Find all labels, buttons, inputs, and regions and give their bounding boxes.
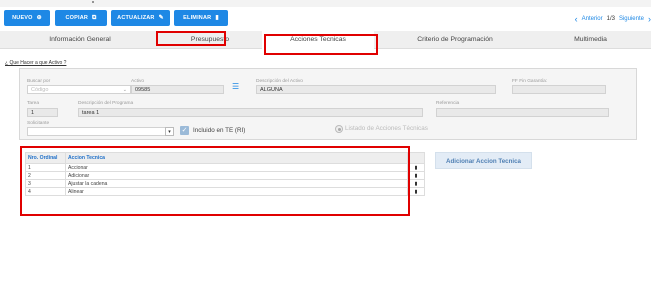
top-strip [0, 0, 651, 7]
buscar-por-placeholder: Código [31, 87, 49, 93]
solicitante-field[interactable] [27, 127, 170, 136]
filter-icon[interactable]: ☰ [232, 82, 239, 91]
activo-field[interactable]: 09585 [131, 85, 224, 94]
highlight-acciones-tecnicas [264, 34, 378, 55]
descripcion-programa-field[interactable]: tarea 1 [78, 108, 423, 117]
toolbar: NUEVO ⊕ COPIAR ⧉ ACTUALIZAR ✎ ELIMINAR ▮… [0, 8, 651, 30]
activo-label: Activo [131, 79, 145, 84]
activo-form-panel: Buscar por Código ⌄ Activo 09585 ☰ Descr… [19, 68, 637, 140]
highlight-presupuesto [156, 31, 226, 46]
tarea-label: Tarea [27, 101, 39, 106]
solicitante-dropdown-icon[interactable]: ▾ [165, 127, 174, 136]
record-navigation: ‹ Anterior 1/3 Siguiente › [575, 12, 651, 26]
plus-circle-icon: ⊕ [36, 15, 42, 21]
tarea-field[interactable]: 1 [27, 108, 58, 117]
adicionar-accion-tecnica-button[interactable]: Adicionar Accion Tecnica [435, 152, 532, 169]
copy-icon: ⧉ [92, 15, 97, 21]
chevron-left-icon[interactable]: ‹ [575, 12, 578, 26]
descripcion-programa-label: Descripción del Programa [78, 101, 134, 106]
nuevo-button[interactable]: NUEVO ⊕ [4, 10, 50, 26]
referencia-label: Referencia [436, 101, 460, 106]
tab-multimedia[interactable]: Multimedia [530, 31, 651, 48]
trash-icon[interactable]: ▮ [407, 163, 425, 172]
highlight-table [20, 146, 410, 216]
top-dot [92, 1, 94, 3]
listado-radio[interactable] [335, 125, 343, 133]
listado-label: Listado de Acciones Técnicas [345, 125, 428, 132]
ff-fin-garantia-label: FF Fin Garantía: [512, 79, 548, 84]
trash-icon[interactable]: ▮ [407, 179, 425, 188]
eliminar-button[interactable]: ELIMINAR ▮ [174, 10, 228, 26]
ff-fin-garantia-field[interactable] [512, 85, 606, 94]
col-actions [407, 152, 425, 164]
solicitante-label: Solicitante [27, 121, 50, 126]
trash-icon[interactable]: ▮ [407, 187, 425, 196]
eliminar-label: ELIMINAR [183, 15, 212, 21]
buscar-por-label: Buscar por [27, 79, 51, 84]
copiar-label: COPIAR [65, 15, 89, 21]
incluido-checkbox[interactable]: ✓ [180, 126, 189, 135]
prev-link[interactable]: Anterior [582, 12, 603, 26]
trash-icon[interactable]: ▮ [407, 171, 425, 180]
copiar-button[interactable]: COPIAR ⧉ [55, 10, 107, 26]
page-indicator: 1/3 [606, 16, 615, 22]
nuevo-label: NUEVO [12, 15, 33, 21]
pencil-icon: ✎ [158, 15, 164, 21]
trash-icon: ▮ [215, 15, 219, 21]
referencia-field[interactable] [436, 108, 609, 117]
chevron-down-icon: ⌄ [122, 87, 127, 93]
descripcion-activo-field[interactable]: ALGUNA [256, 85, 496, 94]
buscar-por-select[interactable]: Código ⌄ [27, 85, 131, 94]
descripcion-activo-label: Descripción del Activo [256, 79, 303, 84]
tab-criterio-programacion[interactable]: Criterio de Programación [380, 31, 530, 48]
incluido-label: Incluido en TE (RI) [193, 127, 246, 134]
section-title: ¿ Que Hacer a que Activo ? [5, 60, 67, 66]
actualizar-label: ACTUALIZAR [117, 15, 155, 21]
next-link[interactable]: Siguiente [619, 12, 644, 26]
actualizar-button[interactable]: ACTUALIZAR ✎ [111, 10, 170, 26]
tab-informacion-general[interactable]: Información General [0, 31, 160, 48]
